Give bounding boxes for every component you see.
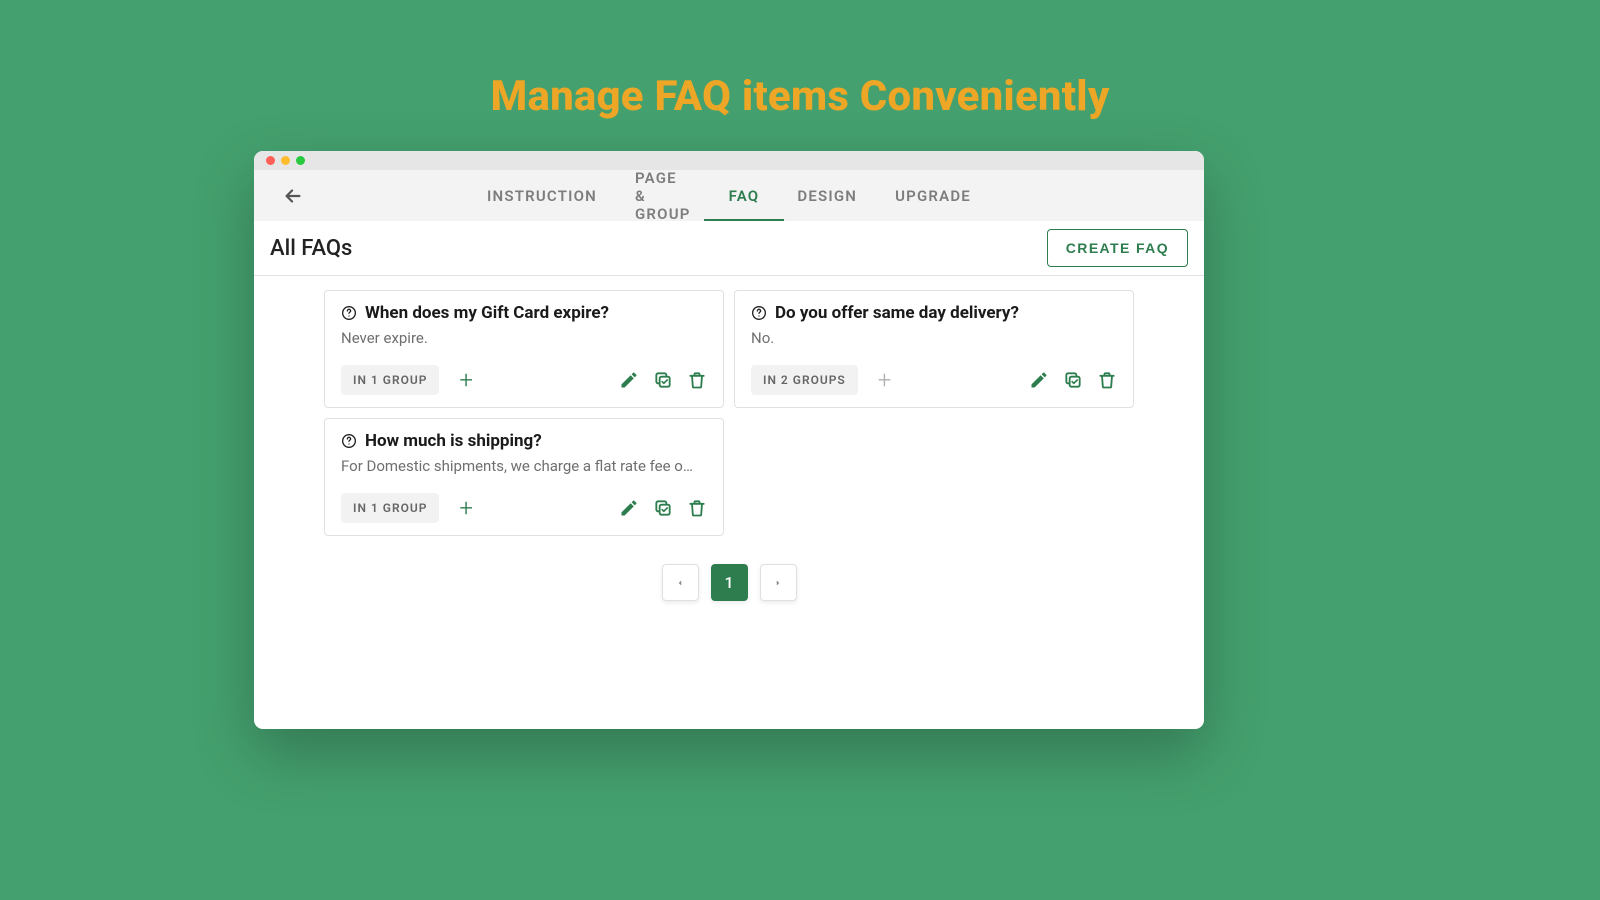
create-faq-button[interactable]: CREATE FAQ bbox=[1047, 229, 1188, 267]
page-1-button[interactable]: 1 bbox=[711, 564, 748, 601]
question-icon bbox=[341, 305, 357, 321]
delete-button[interactable] bbox=[687, 498, 707, 518]
faq-question: How much is shipping? bbox=[365, 431, 542, 451]
tab-upgrade[interactable]: UPGRADE bbox=[895, 170, 971, 221]
faq-card: When does my Gift Card expire? Never exp… bbox=[324, 290, 724, 408]
subheader: All FAQs CREATE FAQ bbox=[254, 221, 1204, 276]
group-chip[interactable]: IN 1 GROUP bbox=[341, 365, 439, 395]
maximize-icon[interactable] bbox=[296, 156, 305, 165]
close-icon[interactable] bbox=[266, 156, 275, 165]
faq-answer: For Domestic shipments, we charge a flat… bbox=[341, 457, 707, 475]
edit-button[interactable] bbox=[619, 370, 639, 390]
app-window: INSTRUCTION PAGE & GROUP FAQ DESIGN UPGR… bbox=[254, 151, 1204, 729]
tab-design[interactable]: DESIGN bbox=[797, 170, 857, 221]
faq-actions: IN 2 GROUPS + bbox=[751, 365, 1117, 395]
faq-card: Do you offer same day delivery? No. IN 2… bbox=[734, 290, 1134, 408]
back-button[interactable] bbox=[282, 185, 304, 207]
next-page-button[interactable] bbox=[760, 564, 797, 601]
minimize-icon[interactable] bbox=[281, 156, 290, 165]
window-titlebar bbox=[254, 151, 1204, 170]
faq-question-row: How much is shipping? bbox=[341, 431, 707, 451]
add-to-group-button[interactable]: + bbox=[459, 366, 473, 394]
question-icon bbox=[341, 433, 357, 449]
edit-button[interactable] bbox=[619, 498, 639, 518]
faq-question-row: Do you offer same day delivery? bbox=[751, 303, 1117, 323]
chevron-left-icon bbox=[675, 578, 685, 588]
duplicate-button[interactable] bbox=[1063, 370, 1083, 390]
faq-card: How much is shipping? For Domestic shipm… bbox=[324, 418, 724, 536]
tab-bar: INSTRUCTION PAGE & GROUP FAQ DESIGN UPGR… bbox=[487, 170, 971, 221]
delete-button[interactable] bbox=[687, 370, 707, 390]
faq-actions: IN 1 GROUP + bbox=[341, 493, 707, 523]
tab-page-group[interactable]: PAGE & GROUP bbox=[635, 170, 691, 221]
pagination: 1 bbox=[324, 564, 1134, 601]
add-to-group-button[interactable]: + bbox=[459, 494, 473, 522]
chevron-right-icon bbox=[773, 578, 783, 588]
prev-page-button[interactable] bbox=[662, 564, 699, 601]
page-title: All FAQs bbox=[270, 236, 352, 261]
tab-instruction[interactable]: INSTRUCTION bbox=[487, 170, 597, 221]
faq-question-row: When does my Gift Card expire? bbox=[341, 303, 707, 323]
duplicate-button[interactable] bbox=[653, 498, 673, 518]
faq-actions: IN 1 GROUP + bbox=[341, 365, 707, 395]
group-chip[interactable]: IN 1 GROUP bbox=[341, 493, 439, 523]
faq-question: When does my Gift Card expire? bbox=[365, 303, 609, 323]
add-to-group-button: + bbox=[878, 366, 892, 394]
content-area: When does my Gift Card expire? Never exp… bbox=[254, 276, 1204, 621]
edit-button[interactable] bbox=[1029, 370, 1049, 390]
hero-title: Manage FAQ items Conveniently bbox=[0, 0, 1600, 121]
faq-list: When does my Gift Card expire? Never exp… bbox=[324, 290, 1134, 536]
duplicate-button[interactable] bbox=[653, 370, 673, 390]
group-chip[interactable]: IN 2 GROUPS bbox=[751, 365, 858, 395]
question-icon bbox=[751, 305, 767, 321]
delete-button[interactable] bbox=[1097, 370, 1117, 390]
faq-answer: No. bbox=[751, 329, 1117, 347]
tab-faq[interactable]: FAQ bbox=[729, 170, 760, 221]
faq-answer: Never expire. bbox=[341, 329, 707, 347]
faq-question: Do you offer same day delivery? bbox=[775, 303, 1019, 323]
top-nav: INSTRUCTION PAGE & GROUP FAQ DESIGN UPGR… bbox=[254, 170, 1204, 221]
